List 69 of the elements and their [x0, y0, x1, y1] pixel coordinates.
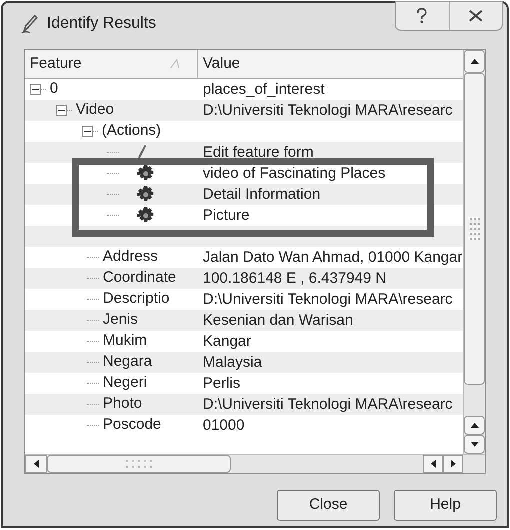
attribute-value: D:\Universiti Teknologi MARA\researc: [203, 396, 453, 412]
attribute-value: 01000: [203, 416, 245, 434]
minus-icon: [84, 128, 91, 135]
dialog-button[interactable]: Help: [394, 490, 497, 521]
close-icon: [468, 10, 483, 22]
scroll-up-button[interactable]: [464, 416, 485, 435]
left-arrow-icon: [430, 460, 436, 468]
attribute-name: Address: [103, 247, 158, 268]
pencil-icon: [21, 14, 39, 34]
attribute-value: Kesenian dan Warisan: [203, 312, 354, 328]
sort-indicator-icon: [170, 59, 180, 69]
grip-icon: [126, 460, 152, 468]
tree-item[interactable]: (Actions): [102, 120, 162, 143]
tree-item[interactable]: 0: [50, 78, 58, 101]
up-arrow-icon: [470, 59, 478, 64]
action-item[interactable]: Detail Information: [203, 186, 321, 202]
scroll-left-button[interactable]: [25, 455, 47, 473]
collapse-toggle[interactable]: [30, 84, 41, 95]
tree-row[interactable]: Detail Information: [25, 184, 463, 205]
down-arrow-icon: [470, 442, 478, 447]
tree-item[interactable]: Video: [76, 99, 114, 122]
attribute-name: Coordinate: [103, 268, 176, 288]
scroll-right-button[interactable]: [443, 455, 463, 473]
collapse-toggle[interactable]: [82, 126, 93, 137]
gear-icon: [137, 164, 155, 182]
scroll-thumb[interactable]: [47, 455, 231, 473]
gear-icon: [137, 206, 155, 224]
left-arrow-icon: [34, 460, 38, 468]
vertical-scrollbar[interactable]: [463, 50, 485, 454]
attribute-name: Poscode: [103, 415, 162, 436]
tree-row[interactable]: Video D:\Universiti Teknologi MARA\researc: [25, 100, 463, 121]
collapse-toggle[interactable]: [56, 105, 67, 116]
attribute-value: places_of_interest: [203, 80, 325, 98]
attribute-name: Descriptio: [103, 289, 170, 310]
action-item[interactable]: Picture: [203, 206, 250, 224]
attribute-value: D:\Universiti Teknologi MARA\researc: [203, 290, 453, 308]
window-title: Identify Results: [47, 14, 156, 34]
tree-row[interactable]: Coordinate 100.186148 E , 6.437949 N: [25, 268, 463, 289]
attribute-name: Jenis: [103, 310, 138, 330]
right-arrow-icon: [450, 460, 456, 468]
scroll-left-button[interactable]: [423, 455, 443, 473]
tree-row[interactable]: Jenis Kesenian dan Warisan: [25, 310, 463, 331]
attribute-value: Jalan Dato Wan Ahmad, 01000 Kangar: [203, 248, 463, 266]
column-header[interactable]: Value: [198, 50, 463, 78]
column-header[interactable]: Feature: [25, 50, 198, 78]
minus-icon: [32, 86, 39, 93]
grip-icon: [470, 218, 480, 240]
attribute-name: Negara: [103, 352, 152, 372]
horizontal-scrollbar[interactable]: [25, 454, 485, 473]
attribute-value: Kangar: [203, 332, 252, 350]
minus-icon: [58, 107, 65, 114]
attribute-name: Negeri: [103, 373, 148, 394]
tree-row[interactable]: Photo D:\Universiti Teknologi MARA\researc: [25, 394, 463, 415]
action-item[interactable]: Edit feature form: [203, 144, 314, 160]
gear-icon: [137, 186, 155, 204]
question-icon: [416, 8, 428, 24]
scroll-thumb[interactable]: [464, 73, 485, 385]
attribute-name: Mukim: [103, 331, 148, 352]
attribute-value: Perlis: [203, 374, 241, 392]
attribute-value: Malaysia: [203, 354, 262, 370]
attribute-value: 100.186148 E , 6.437949 N: [203, 270, 386, 286]
action-item[interactable]: video of Fascinating Places: [203, 164, 386, 182]
dialog-button[interactable]: Close: [277, 490, 380, 521]
attribute-value: D:\Universiti Teknologi MARA\researc: [203, 102, 453, 118]
attribute-name: Photo: [103, 394, 142, 414]
tree-row[interactable]: Negara Malaysia: [25, 352, 463, 373]
scroll-up-button[interactable]: [464, 50, 485, 73]
scroll-down-button[interactable]: [464, 435, 485, 454]
up-arrow-icon: [470, 423, 478, 428]
